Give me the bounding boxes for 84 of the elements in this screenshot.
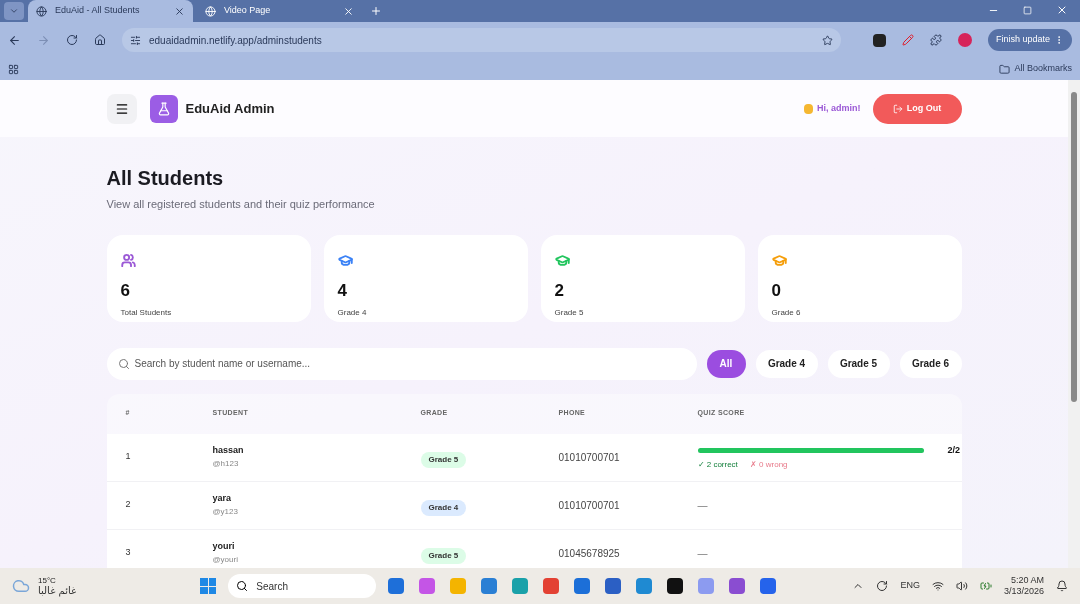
row-number: 2 [125, 498, 132, 512]
search-icon [236, 580, 249, 592]
close-icon[interactable] [343, 5, 354, 17]
grade-badge: Grade 4 [420, 500, 467, 516]
scrollbar[interactable] [1068, 80, 1080, 568]
profile-avatar[interactable] [957, 33, 972, 47]
brand-logo [149, 94, 178, 123]
browser-tab[interactable]: Video Page [197, 0, 362, 22]
stat-label: Grade 5 [554, 306, 585, 319]
search-field[interactable]: Search by student name or username... [106, 347, 697, 380]
score-text: 2/2 [947, 443, 960, 457]
start-button[interactable] [200, 578, 217, 594]
tab-title: Video Page [224, 4, 272, 18]
language-indicator[interactable]: ENG [900, 579, 920, 593]
logout-icon [892, 103, 903, 114]
tab-title: EduAid - All Students [55, 4, 141, 18]
phone-number: 01045678925 [558, 546, 621, 561]
page-title: All Students [106, 166, 225, 190]
volume-icon[interactable] [955, 580, 968, 592]
finish-update-button[interactable]: Finish update [987, 29, 1072, 51]
student-username: @h123 [212, 457, 240, 470]
folder-icon[interactable] [999, 63, 1011, 75]
phone-number: 01010700701 [558, 498, 621, 513]
no-score-text: — [697, 498, 709, 513]
home-icon[interactable] [94, 34, 106, 46]
browser-tab[interactable]: EduAid - All Students [28, 0, 193, 22]
clock-time: 5:20 AM [1010, 575, 1044, 586]
student-username: @youri [212, 553, 239, 566]
taskbar-search[interactable]: Search [228, 574, 377, 598]
stat-value: 6 [120, 280, 131, 301]
site-info-icon[interactable] [130, 34, 141, 46]
address-bar[interactable]: eduaidadmin.netlify.app/adminstudents [122, 28, 841, 52]
back-icon[interactable] [8, 33, 21, 47]
stat-label: Total Students [120, 306, 173, 319]
grade-filter[interactable]: All [706, 349, 746, 378]
reload-icon[interactable] [66, 34, 78, 46]
phone-number: 01010700701 [558, 450, 621, 465]
stat-label: Grade 6 [771, 306, 802, 319]
menu-button[interactable] [106, 93, 137, 124]
stat-label: Grade 4 [337, 306, 368, 319]
correct-count: ✓ 2 correct [697, 458, 738, 471]
apps-icon[interactable] [8, 63, 19, 75]
close-icon[interactable] [174, 5, 185, 17]
row-number: 3 [125, 546, 132, 560]
sync-icon[interactable] [876, 580, 889, 592]
globe-icon [205, 5, 216, 17]
stat-value: 0 [771, 280, 782, 301]
extensions-icon[interactable] [929, 34, 942, 46]
battery-icon[interactable] [979, 580, 992, 592]
grade-filter[interactable]: Grade 4 [755, 349, 818, 378]
temperature: 15°C [38, 576, 57, 586]
restore-icon[interactable] [1023, 5, 1032, 15]
pencil-icon[interactable] [901, 34, 914, 46]
address-text: eduaidadmin.netlify.app/adminstudents [149, 33, 323, 48]
weather-icon[interactable] [12, 577, 30, 595]
new-tab-icon[interactable] [370, 5, 382, 17]
grade-badge: Grade 5 [420, 548, 467, 564]
clock-date: 3/13/2026 [1003, 586, 1044, 597]
page-subtitle: View all registered students and their quiz performance [106, 197, 376, 212]
menu-icon [114, 101, 129, 116]
grade-filter[interactable]: Grade 5 [827, 349, 890, 378]
greeting-text: Hi, admin! [817, 101, 861, 115]
stat-value: 2 [554, 280, 565, 301]
brand-name: EduAid Admin [185, 99, 275, 118]
notification-icon[interactable] [1056, 580, 1068, 592]
grade-filter[interactable]: Grade 6 [899, 349, 962, 378]
student-name: youri [212, 540, 236, 554]
close-icon[interactable] [1056, 4, 1068, 16]
grade-badge: Grade 5 [420, 452, 467, 468]
student-username: @y123 [212, 505, 239, 518]
app-icon[interactable] [667, 578, 684, 594]
search-icon [117, 357, 130, 370]
weather-condition: غائم غالبا [38, 586, 77, 596]
wifi-icon[interactable] [931, 580, 944, 592]
all-bookmarks-link[interactable]: All Bookmarks [1014, 62, 1072, 76]
row-number: 1 [125, 450, 132, 464]
wrong-count: ✗ 0 wrong [749, 458, 788, 471]
stat-value: 4 [337, 280, 348, 301]
chevron-down-icon [9, 6, 19, 16]
student-name: yara [212, 492, 233, 506]
globe-icon [36, 5, 47, 17]
student-name: hassan [212, 444, 245, 458]
no-score-text: — [697, 546, 709, 561]
bookmark-star-icon[interactable] [821, 34, 833, 46]
